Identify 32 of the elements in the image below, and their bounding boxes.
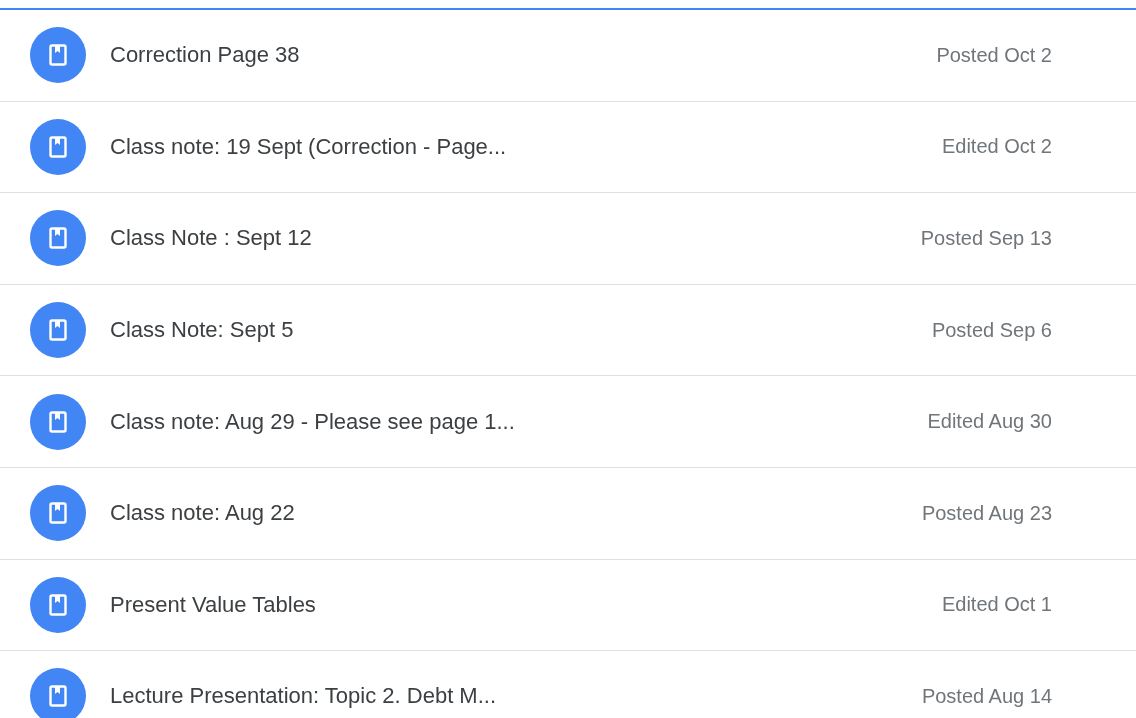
book-icon: [30, 27, 86, 84]
material-item[interactable]: Class note: Aug 22 Posted Aug 23: [0, 467, 1136, 560]
material-title: Class note: Aug 29 - Please see page 1...: [110, 408, 516, 435]
book-icon: [30, 668, 86, 718]
posted-date: Posted Aug 14: [921, 684, 1052, 708]
material-title: Class Note : Sept 12: [110, 225, 313, 252]
material-title: Present Value Tables: [110, 591, 317, 618]
book-icon: [30, 485, 86, 542]
book-icon: [30, 302, 86, 359]
posted-date: Posted Sep 6: [931, 318, 1052, 342]
material-title: Class note: Aug 22: [110, 500, 296, 527]
material-item[interactable]: Correction Page 38 Posted Oct 2: [0, 10, 1136, 102]
posted-date: Posted Aug 23: [921, 501, 1052, 525]
material-item[interactable]: Present Value Tables Edited Oct 1: [0, 559, 1136, 652]
material-title: Lecture Presentation: Topic 2. Debt M...: [110, 683, 498, 710]
posted-date: Edited Oct 2: [941, 135, 1052, 159]
posted-date: Edited Aug 30: [927, 410, 1052, 434]
material-item[interactable]: Class Note: Sept 5 Posted Sep 6: [0, 284, 1136, 377]
material-title: Class Note: Sept 5: [110, 317, 295, 344]
material-title: Correction Page 38: [110, 42, 301, 69]
material-item[interactable]: Class note: 19 Sept (Correction - Page... Edited Oct 2: [0, 101, 1136, 194]
book-icon: [30, 210, 86, 267]
book-icon: [30, 393, 86, 450]
book-icon: [30, 118, 86, 175]
book-icon: [30, 576, 86, 633]
posted-date: Posted Sep 13: [920, 227, 1052, 250]
material-item[interactable]: Class Note : Sept 12 Posted Sep 13: [0, 193, 1136, 285]
material-title: Class note: 19 Sept (Correction - Page...: [110, 133, 508, 160]
material-item[interactable]: Class note: Aug 29 - Please see page 1... Edited Aug 30: [0, 376, 1136, 468]
material-item[interactable]: Lecture Presentation: Topic 2. Debt M... Posted Aug 14: [0, 651, 1136, 718]
posted-date: Posted Oct 2: [936, 43, 1052, 67]
posted-date: Edited Oct 1: [941, 593, 1052, 617]
